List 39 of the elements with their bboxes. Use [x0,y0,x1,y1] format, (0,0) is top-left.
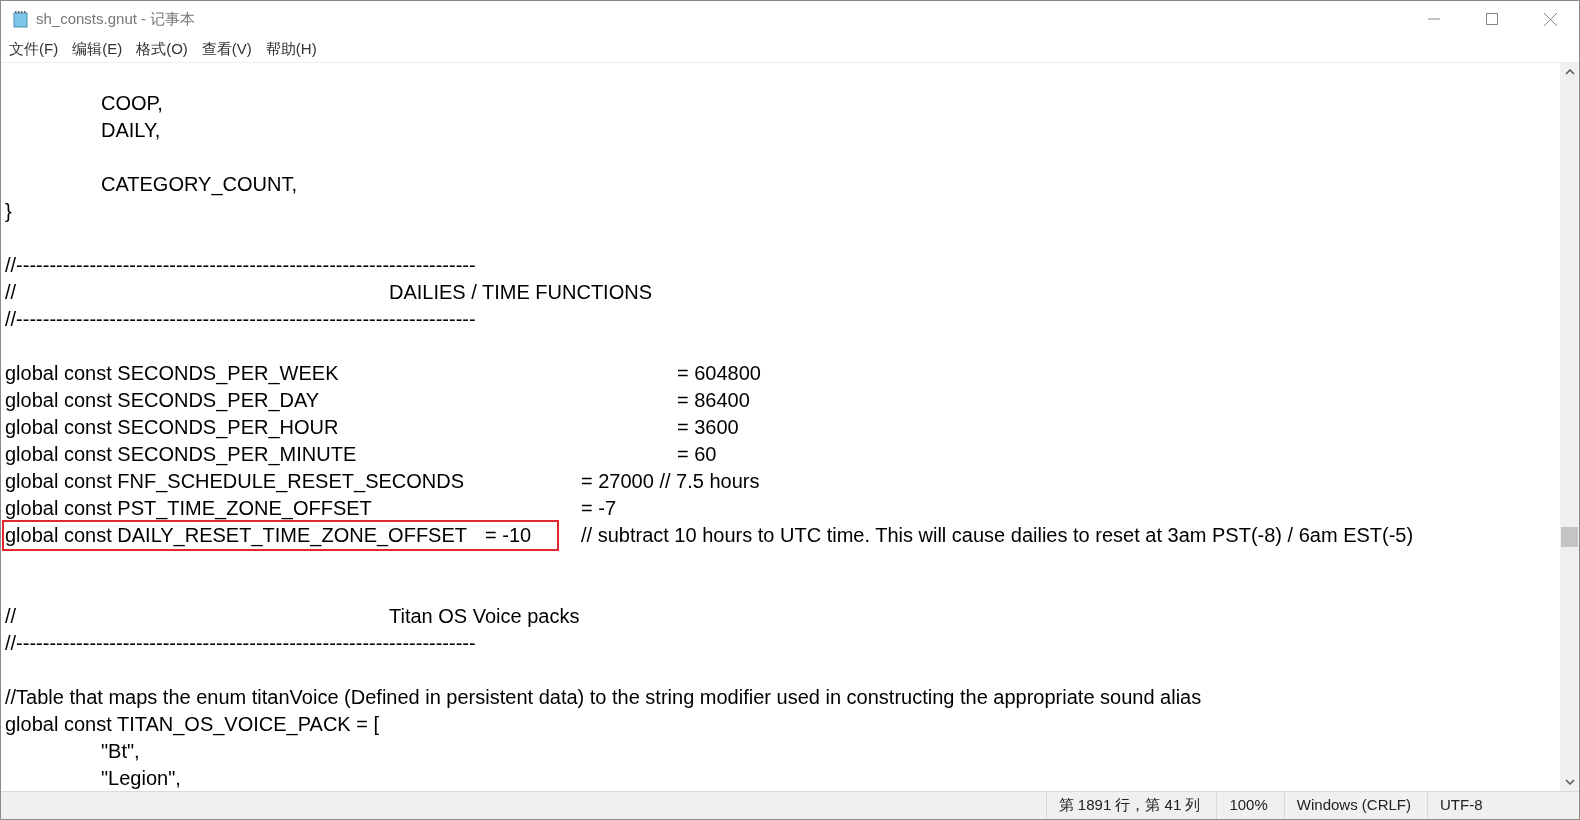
code-text: COOP, [100,92,163,114]
code-text: "Legion", [100,767,181,789]
menu-item[interactable]: 编辑(E) [68,38,127,61]
vertical-scrollbar[interactable] [1560,63,1579,791]
notepad-icon [12,10,30,28]
highlight-frame: global const DAILY_RESET_TIME_ZONE_OFFSET = -10 [2,520,560,551]
scroll-up-icon [1564,69,1575,75]
maximize-icon [1486,13,1498,25]
code-text: // DAILIES / TIME FUNCTIONS [5,281,652,303]
menu-item[interactable]: 帮助(H) [261,38,321,61]
status-text: Windows (CRLF) [1283,792,1427,819]
code-text: global const SECONDS_PER_DAY = 86400 [5,389,750,411]
status-text: UTF-8 [1427,792,1579,819]
code-text: global const SECONDS_PER_WEEK = 604800 [5,362,761,384]
code-text: // subtract 10 hours to UTC time. This will cause dailies to reset at 3am PST(-8) / 6am EST(-5) [580,524,1414,546]
close-icon [1543,12,1557,26]
code-text: global const TITAN_OS_VOICE_PACK = [ [5,713,380,735]
code-text: CATEGORY_COUNT, [100,173,297,195]
status-text: 第 1891 行，第 41 列 [1045,792,1217,819]
scrollbar-thumb[interactable] [1561,527,1578,547]
code-text: } [5,200,12,222]
code-text: DAILY, [100,119,161,141]
code-text: //Table that maps the enum titanVoice (Defined in persistent data) to the string modifier used in constructing the appropriate sound alias [5,686,1202,708]
code-text: global const SECONDS_PER_MINUTE = 60 [5,443,717,465]
code-text: // Titan OS Voice packs [5,605,580,627]
menu-item[interactable]: 格式(O) [132,38,192,61]
menu-item[interactable]: 文件(F) [5,38,63,61]
scroll-down-icon [1564,779,1575,785]
status-text: 100% [1216,792,1284,819]
minimize-icon [1428,18,1440,20]
code-text: global const FNF_SCHEDULE_RESET_SECONDS = 27000 // 7.5 hours [5,470,760,492]
menu-item[interactable]: 查看(V) [197,38,256,61]
code-text: //--------------------------------------------------------------------- [5,254,476,276]
code-text: //--------------------------------------------------------------------- [5,308,476,330]
window-title: sh_consts.gnut - 记事本 [36,8,196,29]
code-text: global const SECONDS_PER_HOUR = 3600 [5,416,739,438]
code-text: "Bt", [100,740,140,762]
code-text: global const PST_TIME_ZONE_OFFSET = -7 [5,497,617,519]
code-text: //--------------------------------------------------------------------- [5,632,476,654]
